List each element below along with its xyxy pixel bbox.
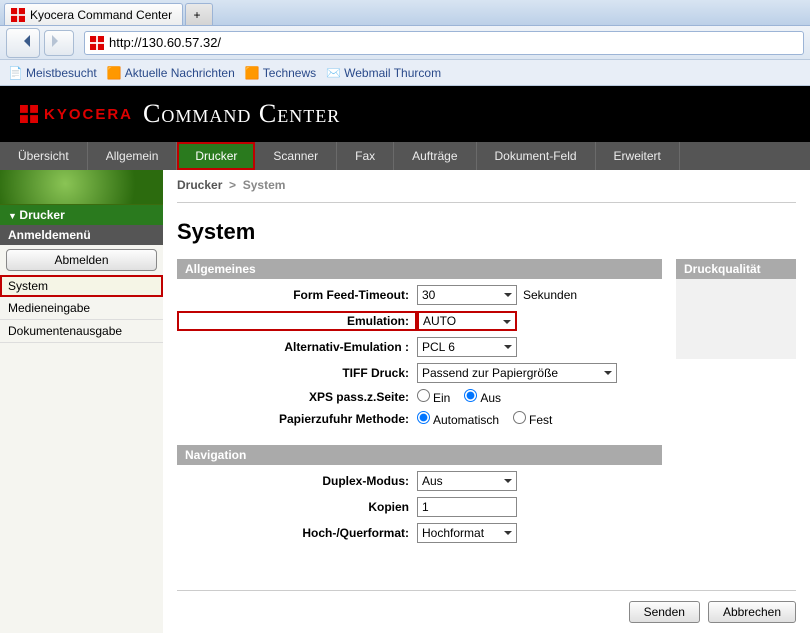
content-area: Drucker > System System Allgemeines Form… — [163, 170, 810, 633]
new-tab-button[interactable]: + — [185, 3, 213, 25]
tab-dokument-feld[interactable]: Dokument-Feld — [477, 142, 596, 170]
emulation-label: Emulation: — [177, 311, 417, 331]
forward-button[interactable] — [44, 30, 74, 56]
browser-navbar — [0, 26, 810, 60]
main-form: Allgemeines Form Feed-Timeout: 30 Sekund… — [177, 259, 662, 549]
page-icon: 📄 — [8, 66, 22, 80]
tab-erweitert[interactable]: Erweitert — [596, 142, 680, 170]
page-header: KYOCERA Command Center — [0, 86, 810, 142]
tab-scanner[interactable]: Scanner — [255, 142, 337, 170]
side-panel-header: Druckqualität — [676, 259, 796, 279]
url-input[interactable] — [109, 35, 799, 50]
arrow-right-icon — [54, 35, 64, 50]
duplex-label: Duplex-Modus: — [177, 474, 417, 488]
tiff-label: TIFF Druck: — [177, 366, 417, 380]
arrow-left-icon — [18, 35, 28, 50]
breadcrumb-root[interactable]: Drucker — [177, 178, 222, 192]
rss-icon: 🟧 — [107, 66, 121, 80]
mail-icon: ✉️ — [326, 66, 340, 80]
alt-emulation-label: Alternativ-Emulation : — [177, 340, 417, 354]
tab-uebersicht[interactable]: Übersicht — [0, 142, 88, 170]
form-feed-select[interactable]: 30 — [417, 285, 517, 305]
rss-icon: 🟧 — [245, 66, 259, 80]
bookmark-meistbesucht[interactable]: 📄Meistbesucht — [8, 66, 97, 80]
back-button[interactable] — [6, 28, 40, 58]
sidebar-item-medieneingabe[interactable]: Medieneingabe — [0, 297, 163, 320]
xps-label: XPS pass.z.Seite: — [177, 390, 417, 404]
tab-fax[interactable]: Fax — [337, 142, 394, 170]
duplex-select[interactable]: Aus — [417, 471, 517, 491]
logout-button[interactable]: Abmelden — [6, 249, 157, 271]
xps-radio-ein[interactable]: Ein — [417, 389, 450, 405]
tab-drucker[interactable]: Drucker — [177, 142, 255, 170]
copies-label: Kopien — [177, 500, 417, 514]
kyocera-logo-text: KYOCERA — [44, 106, 133, 123]
url-favicon — [89, 35, 105, 51]
tab-allgemein[interactable]: Allgemein — [88, 142, 178, 170]
section-navigation-header: Navigation — [177, 445, 662, 465]
cancel-button[interactable]: Abbrechen — [708, 601, 796, 623]
sidebar-section-drucker[interactable]: Drucker — [0, 205, 163, 225]
sidebar: Drucker Anmeldemenü Abmelden System Medi… — [0, 170, 163, 633]
kyocera-favicon — [11, 8, 25, 22]
bookmark-nachrichten[interactable]: 🟧Aktuelle Nachrichten — [107, 66, 235, 80]
app-title: Command Center — [143, 99, 340, 129]
section-allgemeines-header: Allgemeines — [177, 259, 662, 279]
copies-input[interactable] — [417, 497, 517, 517]
paper-method-label: Papierzufuhr Methode: — [177, 412, 417, 426]
xps-radio-aus[interactable]: Aus — [464, 389, 501, 405]
tab-auftraege[interactable]: Aufträge — [394, 142, 476, 170]
sidebar-submenu-title: Anmeldemenü — [0, 225, 163, 245]
sidebar-item-dokumentenausgabe[interactable]: Dokumentenausgabe — [0, 320, 163, 343]
side-panel-body[interactable] — [676, 279, 796, 359]
paper-radio-auto[interactable]: Automatisch — [417, 411, 499, 427]
browser-tabbar: Kyocera Command Center + — [0, 0, 810, 26]
paper-radio-fest[interactable]: Fest — [513, 411, 552, 427]
breadcrumb-leaf: System — [243, 178, 286, 192]
sidebar-hero-image — [0, 170, 163, 205]
alt-emulation-select[interactable]: PCL 6 — [417, 337, 517, 357]
sidebar-item-system[interactable]: System — [0, 275, 163, 297]
form-actions: Senden Abbrechen — [177, 590, 796, 623]
kyocera-mark-icon — [20, 105, 38, 123]
url-bar[interactable] — [84, 31, 804, 55]
browser-tab-title: Kyocera Command Center — [30, 8, 172, 22]
plus-icon: + — [194, 8, 201, 22]
kyocera-logo: KYOCERA — [20, 105, 133, 123]
orientation-label: Hoch-/Querformat: — [177, 526, 417, 540]
page-title: System — [177, 219, 796, 245]
side-panel: Druckqualität — [676, 259, 796, 549]
form-feed-label: Form Feed-Timeout: — [177, 288, 417, 302]
bookmark-technews[interactable]: 🟧Technews — [245, 66, 316, 80]
main-tabs: Übersicht Allgemein Drucker Scanner Fax … — [0, 142, 810, 170]
browser-tab-active[interactable]: Kyocera Command Center — [4, 3, 183, 25]
bookmarks-bar: 📄Meistbesucht 🟧Aktuelle Nachrichten 🟧Tec… — [0, 60, 810, 86]
submit-button[interactable]: Senden — [629, 601, 700, 623]
bookmark-webmail[interactable]: ✉️Webmail Thurcom — [326, 66, 441, 80]
tiff-select[interactable]: Passend zur Papiergröße — [417, 363, 617, 383]
breadcrumb: Drucker > System — [177, 178, 796, 203]
emulation-select[interactable]: AUTO — [417, 311, 517, 331]
orientation-select[interactable]: Hochformat — [417, 523, 517, 543]
form-feed-unit: Sekunden — [523, 288, 577, 302]
